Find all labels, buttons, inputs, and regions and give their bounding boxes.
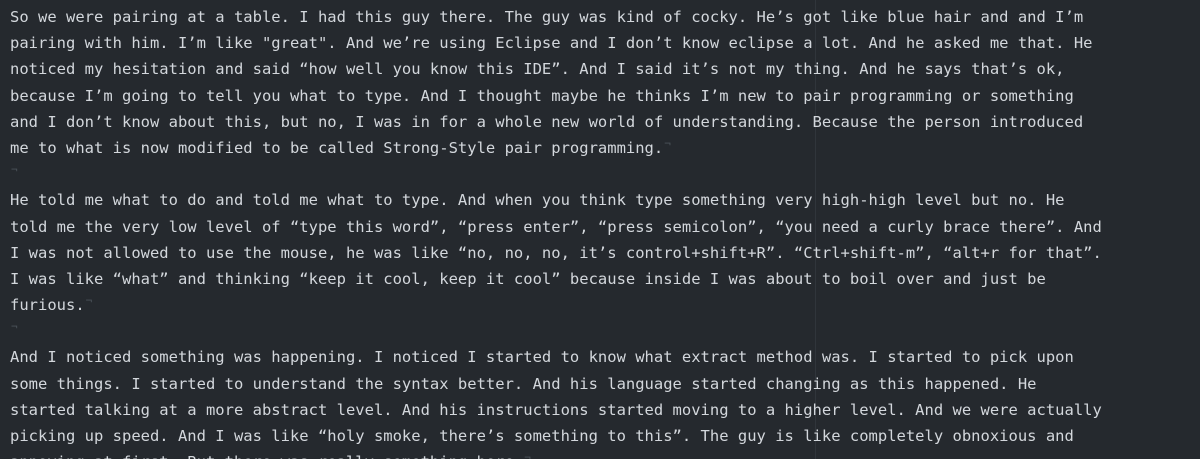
- end-of-line-marker-icon: ¬: [85, 294, 93, 308]
- editor-line[interactable]: started talking at a more abstract level…: [10, 397, 1200, 423]
- editor-line[interactable]: I was like “what” and thinking “keep it …: [10, 266, 1200, 292]
- editor-line-text: pairing with him. I’m like "great". And …: [10, 34, 1093, 53]
- editor-line-text: noticed my hesitation and said “how well…: [10, 60, 1065, 79]
- editor-line[interactable]: me to what is now modified to be called …: [10, 135, 1200, 161]
- editor-line-text: furious.: [10, 296, 85, 315]
- editor-line-text: He told me what to do and told me what t…: [10, 191, 1065, 210]
- editor-line[interactable]: furious.¬: [10, 292, 1200, 318]
- editor-line[interactable]: because I’m going to tell you what to ty…: [10, 83, 1200, 109]
- editor-line[interactable]: and I don’t know about this, but no, I w…: [10, 109, 1200, 135]
- editor-line-text: me to what is now modified to be called …: [10, 138, 664, 157]
- end-of-line-marker-icon: ¬: [11, 163, 18, 177]
- end-of-line-marker-icon: ¬: [524, 451, 531, 459]
- editor-line[interactable]: ¬: [10, 161, 1200, 187]
- editor-line[interactable]: I was not allowed to use the mouse, he w…: [10, 240, 1200, 266]
- editor-line[interactable]: some things. I started to understand the…: [10, 371, 1200, 397]
- end-of-line-marker-icon: ¬: [664, 136, 671, 150]
- editor-line[interactable]: told me the very low level of “type this…: [10, 214, 1200, 240]
- editor-line[interactable]: So we were pairing at a table. I had thi…: [10, 4, 1200, 30]
- editor-line-text: told me the very low level of “type this…: [10, 217, 1102, 236]
- editor-line[interactable]: He told me what to do and told me what t…: [10, 187, 1200, 213]
- editor-line[interactable]: And I noticed something was happening. I…: [10, 344, 1200, 370]
- editor-line-text: because I’m going to tell you what to ty…: [10, 86, 1074, 105]
- editor-line[interactable]: noticed my hesitation and said “how well…: [10, 56, 1200, 82]
- editor-line-text: And I noticed something was happening. I…: [10, 348, 1074, 367]
- editor-line[interactable]: picking up speed. And I was like “holy s…: [10, 423, 1200, 449]
- editor-line-text: So we were pairing at a table. I had thi…: [10, 8, 1084, 26]
- editor-line-text: started talking at a more abstract level…: [10, 400, 1102, 419]
- editor-line-text: and I don’t know about this, but no, I w…: [10, 112, 1084, 131]
- editor-line-text: I was like “what” and thinking “keep it …: [10, 269, 1046, 288]
- editor-line[interactable]: ¬: [10, 318, 1200, 344]
- editor-line-text: some things. I started to understand the…: [10, 374, 1037, 393]
- editor-line-text: annoying at first. But there was really …: [10, 453, 523, 459]
- editor-line[interactable]: pairing with him. I’m like "great". And …: [10, 30, 1200, 56]
- editor-line-text: I was not allowed to use the mouse, he w…: [10, 243, 1102, 262]
- editor-line-text: picking up speed. And I was like “holy s…: [10, 427, 1074, 445]
- editor-text-area[interactable]: So we were pairing at a table. I had thi…: [10, 4, 1200, 459]
- editor-line[interactable]: annoying at first. But there was really …: [10, 449, 1200, 459]
- text-editor[interactable]: So we were pairing at a table. I had thi…: [0, 0, 1200, 459]
- end-of-line-marker-icon: ¬: [11, 320, 18, 334]
